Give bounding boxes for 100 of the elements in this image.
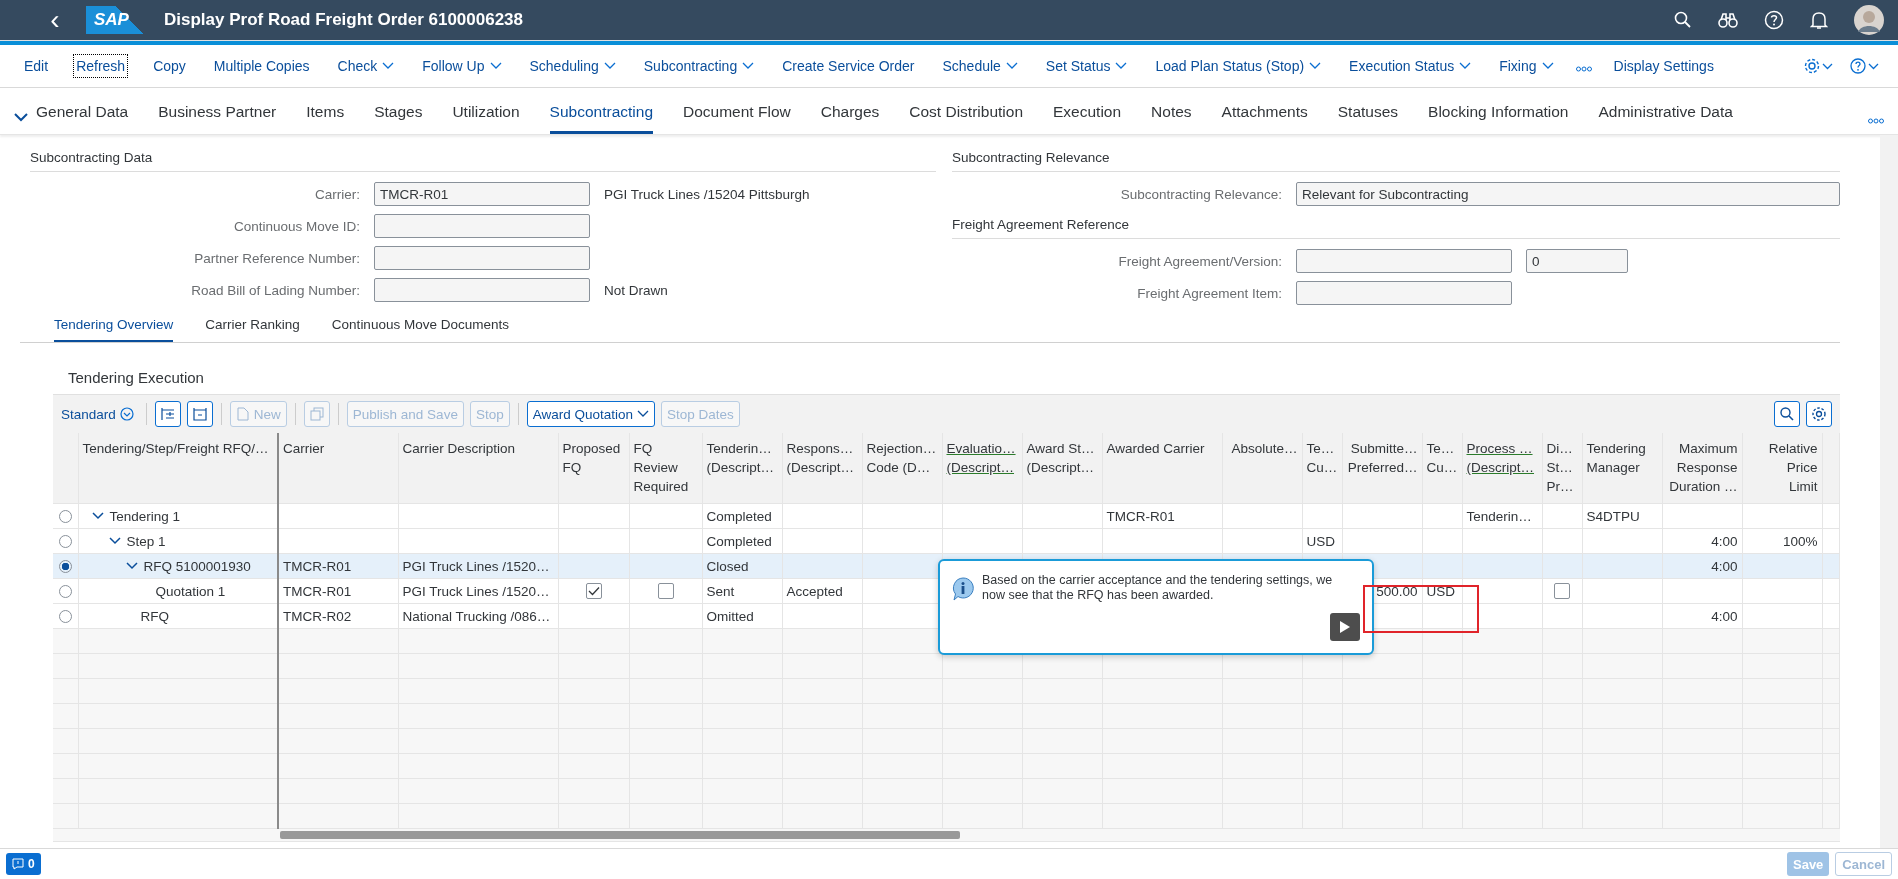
tab[interactable]: Execution: [1053, 103, 1122, 134]
more-icon[interactable]: [1868, 118, 1884, 124]
toolbar-button[interactable]: Subcontracting: [641, 55, 757, 77]
message-icon: [12, 858, 24, 870]
help-icon[interactable]: [1764, 10, 1784, 30]
toolbar-button[interactable]: Scheduling: [527, 55, 618, 77]
tab[interactable]: Blocking Information: [1428, 103, 1569, 134]
bell-icon[interactable]: [1810, 10, 1828, 30]
tab[interactable]: Business Partner: [158, 103, 277, 134]
toolbar-button[interactable]: Display Settings: [1611, 55, 1716, 77]
tab[interactable]: Attachments: [1221, 103, 1308, 134]
collapse-icon[interactable]: [91, 512, 104, 520]
section-title: Subcontracting Relevance: [952, 145, 1840, 172]
caret-icon: [382, 62, 395, 70]
tab[interactable]: Notes: [1151, 103, 1192, 134]
toolbar-button[interactable]: Copy: [151, 55, 188, 77]
field-label: Freight Agreement/Version:: [1117, 253, 1283, 269]
toolbar-button[interactable]: Edit: [22, 55, 51, 77]
caret-icon: [637, 410, 649, 418]
collapse-icon[interactable]: [14, 112, 28, 122]
settings-button[interactable]: [1804, 58, 1834, 74]
tab[interactable]: Carrier Ranking: [205, 317, 300, 342]
input-field[interactable]: [1296, 281, 1512, 305]
collapse-all-button[interactable]: [186, 401, 213, 427]
more-icon[interactable]: [1575, 66, 1592, 72]
expand-all-button[interactable]: [154, 401, 181, 427]
dropdown-icon: [119, 407, 134, 421]
table-cell: Sent: [706, 583, 735, 599]
scrollbar-thumb[interactable]: [280, 831, 960, 839]
toolbar-button[interactable]: Check: [335, 55, 397, 77]
tab[interactable]: Charges: [820, 103, 880, 134]
toolbar-button[interactable]: Multiple Copies: [211, 55, 312, 77]
input-field[interactable]: [374, 246, 590, 270]
caret-icon: [603, 62, 616, 70]
collapse-icon[interactable]: [108, 537, 121, 545]
toolbar-button[interactable]: Load Plan Status (Stop): [1153, 55, 1324, 77]
tab[interactable]: Utilization: [452, 103, 520, 134]
tab[interactable]: General Data: [36, 103, 129, 134]
caret-icon: [1459, 62, 1472, 70]
tab[interactable]: Continuous Move Documents: [331, 317, 509, 342]
caret-icon: [1309, 62, 1322, 70]
logo[interactable]: SAP: [86, 6, 144, 34]
tree-label: Step 1: [126, 533, 166, 549]
table-cell: Completed: [706, 508, 772, 524]
toolbar-button[interactable]: Set Status: [1043, 55, 1130, 77]
table-cell: 4:00: [1711, 608, 1738, 624]
row-radio[interactable]: [58, 560, 72, 574]
avatar-icon[interactable]: [1854, 5, 1884, 35]
tab[interactable]: Stages: [374, 103, 423, 134]
tab[interactable]: Cost Distribution: [909, 103, 1023, 134]
collapse-icon[interactable]: [125, 562, 138, 570]
play-button[interactable]: [1330, 613, 1360, 641]
help-button[interactable]: [1850, 58, 1880, 74]
input-field[interactable]: [374, 278, 590, 302]
settings-icon: [1811, 406, 1827, 422]
tab[interactable]: Subcontracting: [549, 103, 653, 134]
tab[interactable]: Items: [306, 103, 345, 134]
input-field[interactable]: [374, 214, 590, 238]
toolbar-button[interactable]: Fixing: [1497, 55, 1556, 77]
document-icon: [235, 407, 250, 421]
table-cell: 4:00: [1711, 558, 1738, 574]
checkbox[interactable]: [1554, 583, 1570, 600]
field-label: Subcontracting Relevance:: [1119, 186, 1283, 202]
toolbar-button[interactable]: Refresh: [74, 55, 128, 77]
menu-button[interactable]: Award Quotation: [526, 401, 655, 427]
caret-icon: [742, 62, 755, 70]
field-label: Continuous Move ID:: [232, 218, 361, 234]
search-button[interactable]: [1774, 401, 1800, 427]
tab[interactable]: Statuses: [1337, 103, 1399, 134]
settings-button[interactable]: [1806, 401, 1832, 427]
table-cell: Accepted: [786, 583, 843, 599]
variant-selector[interactable]: Standard: [61, 406, 134, 422]
search-icon[interactable]: [1674, 11, 1692, 29]
input-field[interactable]: [1296, 249, 1512, 273]
table-cell: 500.00: [1376, 583, 1418, 599]
scrollbar[interactable]: [53, 829, 1840, 842]
binoculars-icon[interactable]: [1718, 11, 1738, 29]
toolbar-button[interactable]: Execution Status: [1347, 55, 1474, 77]
input-field[interactable]: TMCR-R01: [374, 182, 590, 206]
toolbar-button[interactable]: Follow Up: [420, 55, 504, 77]
table-cell: 4:00: [1711, 533, 1738, 549]
tab[interactable]: Tendering Overview: [54, 317, 174, 342]
version-field[interactable]: 0: [1526, 249, 1628, 273]
tab[interactable]: Administrative Data: [1598, 103, 1733, 134]
checkbox[interactable]: [657, 583, 674, 600]
copy-icon: [308, 406, 325, 422]
section-title: Subcontracting Data: [30, 145, 936, 172]
checkbox[interactable]: [585, 583, 602, 600]
toolbar-button[interactable]: Create Service Order: [780, 55, 917, 77]
tree-label: RFQ 5100001930: [143, 558, 251, 574]
table-cell: TMCR-R02: [283, 608, 352, 624]
toolbar-button[interactable]: Schedule: [940, 55, 1020, 77]
search-icon: [1779, 406, 1795, 422]
tab[interactable]: Document Flow: [683, 103, 791, 134]
table-cell: PGI Truck Lines /1520…: [402, 558, 550, 574]
field-description: PGI Truck Lines /15204 Pittsburgh: [604, 186, 810, 202]
messages-button[interactable]: 0: [6, 853, 41, 875]
input-field[interactable]: Relevant for Subcontracting: [1296, 182, 1840, 206]
table-cell: PGI Truck Lines /1520…: [402, 583, 550, 599]
back-button[interactable]: ‹: [40, 5, 70, 35]
